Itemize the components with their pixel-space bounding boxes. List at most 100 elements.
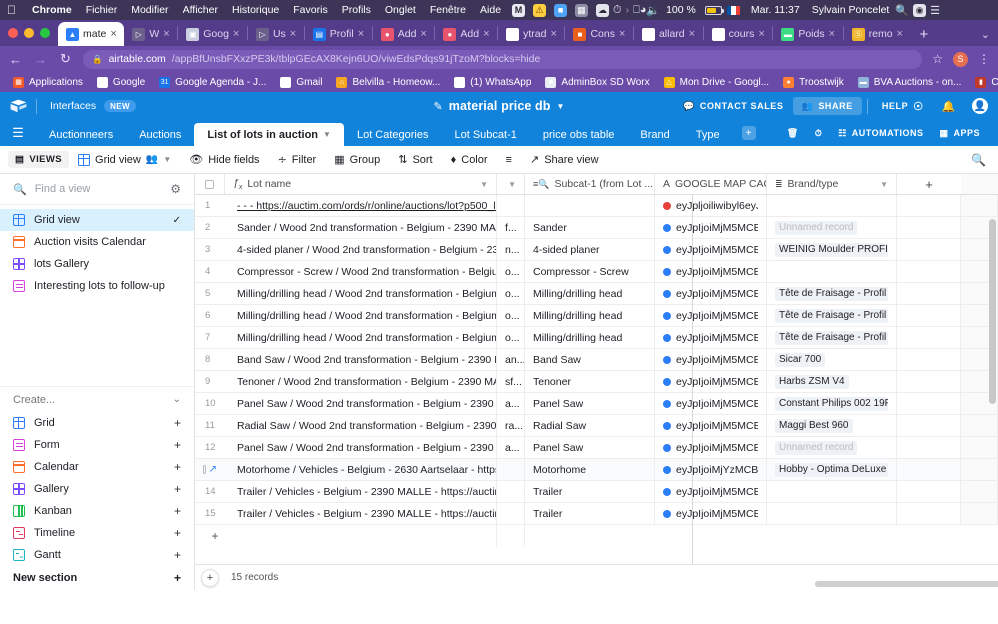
plus-icon[interactable]: + xyxy=(174,504,181,518)
messenger-icon[interactable]: M xyxy=(512,3,526,17)
menu-historique[interactable]: Historique xyxy=(225,4,286,16)
share-button[interactable]: 👥 SHARE xyxy=(792,97,862,115)
gear-icon[interactable]: ⚙ xyxy=(170,182,181,196)
address-bar[interactable]: 🔒 airtable.com/appBfUnsbFXxzPE3k/tblpGEc… xyxy=(83,49,923,69)
table-tab-lot-categories[interactable]: Lot Categories xyxy=(344,123,442,146)
chevron-down-icon[interactable]: ⌄ xyxy=(173,394,181,405)
history-clock-icon[interactable]: ⏱ xyxy=(807,128,831,139)
notifications-button[interactable]: 🔔 xyxy=(933,100,965,113)
battery-icon[interactable] xyxy=(704,5,724,15)
sidebar-item-grid-view[interactable]: Grid view ✓ xyxy=(0,209,194,231)
cell-subcat[interactable]: Trailer xyxy=(525,503,655,524)
plus-icon[interactable]: + xyxy=(174,482,181,496)
expand-record-icon[interactable]: ↗ xyxy=(209,464,217,475)
add-record-button[interactable]: + xyxy=(201,568,219,587)
apple-logo-icon[interactable]:  xyxy=(7,3,16,17)
table-row[interactable]: 14 Trailer / Vehicles - Belgium - 2390 M… xyxy=(195,481,998,503)
bookmark-google-agenda[interactable]: 31 Google Agenda - J... xyxy=(152,76,273,88)
chevron-down-icon[interactable]: ▼ xyxy=(508,180,516,189)
table-row[interactable]: 4 Compressor - Screw / Wood 2nd transfor… xyxy=(195,261,998,283)
cell-overflow[interactable]: a... xyxy=(497,393,525,414)
kebab-menu-icon[interactable]: ⋮ xyxy=(978,52,990,66)
chevron-down-icon[interactable]: ▼ xyxy=(557,102,565,111)
browser-tab-8[interactable]: ■ Cons × xyxy=(565,22,633,46)
cell-lot-name[interactable]: Trailer / Vehicles - Belgium - 2390 MALL… xyxy=(225,503,497,524)
cell-brand[interactable] xyxy=(767,261,897,282)
reload-icon[interactable]: ↻ xyxy=(58,51,73,67)
cell-overflow[interactable] xyxy=(497,459,525,480)
menu-modifier[interactable]: Modifier xyxy=(124,4,175,16)
bookmark-adminbox[interactable]: ■ AdminBox SD Worx xyxy=(538,76,656,88)
cell-google-map[interactable]: eyJpIjoiMjM5MCBNQU... xyxy=(655,283,767,304)
cell-overflow[interactable] xyxy=(497,503,525,524)
cell-google-map[interactable]: eyJpIjoiMjM5MCBNQU... xyxy=(655,415,767,436)
bookmark-troostwijk[interactable]: ● Troostwijk xyxy=(776,76,851,88)
cell-lot-name[interactable]: Milling/drilling head / Wood 2nd transfo… xyxy=(225,283,497,304)
share-view-button[interactable]: ↗ Share view xyxy=(521,153,608,167)
create-gantt-row[interactable]: Gantt + xyxy=(0,544,194,566)
menubar-clock[interactable]: Mar. 11:37 xyxy=(745,4,806,16)
bookmark-google[interactable]: G Google xyxy=(90,76,152,88)
interfaces-link[interactable]: Interfaces xyxy=(50,100,96,112)
table-tab-list-of-lots-in-auction[interactable]: List of lots in auction ▼ xyxy=(194,123,344,146)
column-header-subcat-1[interactable]: ≡🔍 Subcat-1 (from Lot ... ▼ xyxy=(525,174,655,194)
browser-tab-0[interactable]: ▲ mate × xyxy=(58,22,125,46)
cell-subcat[interactable]: Milling/drilling head xyxy=(525,327,655,348)
cell-overflow[interactable]: ra... xyxy=(497,415,525,436)
maximize-window-button[interactable] xyxy=(40,28,50,38)
close-icon[interactable]: × xyxy=(290,28,299,40)
menu-profils[interactable]: Profils xyxy=(335,4,378,16)
browser-tab-12[interactable]: Ⓢ remo × xyxy=(844,22,911,46)
table-row[interactable]: 2 Sander / Wood 2nd transformation - Bel… xyxy=(195,217,998,239)
filter-button[interactable]: ∻ Filter xyxy=(269,153,326,167)
plus-icon[interactable]: + xyxy=(174,460,181,474)
browser-tab-5[interactable]: ● Add × xyxy=(373,22,435,46)
volume-icon[interactable]: 🔈 xyxy=(646,4,660,17)
row-checkbox-icon[interactable] xyxy=(203,465,206,474)
create-form-row[interactable]: Form + xyxy=(0,434,194,456)
cell-brand[interactable]: Constant Philips 002 19P | 4 xyxy=(767,393,897,414)
cell-lot-name[interactable]: Panel Saw / Wood 2nd transformation - Be… xyxy=(225,437,497,458)
create-section-header[interactable]: Create... ⌄ xyxy=(0,386,194,412)
spotlight-search-icon[interactable]: 🔍 xyxy=(895,4,909,17)
cell-brand[interactable] xyxy=(767,195,897,216)
chrome-profile-avatar[interactable]: S xyxy=(953,51,968,67)
row-height-button[interactable]: ≡ xyxy=(497,154,521,166)
table-row[interactable]: 12 Panel Saw / Wood 2nd transformation -… xyxy=(195,437,998,459)
menu-favoris[interactable]: Favoris xyxy=(286,4,334,16)
plus-icon[interactable]: + xyxy=(174,438,181,452)
close-icon[interactable]: × xyxy=(110,28,119,40)
chevron-down-icon[interactable]: ▼ xyxy=(323,130,331,139)
find-a-view-input[interactable]: 🔍 Find a view ⚙ xyxy=(0,174,194,205)
grid-icon[interactable]: ▦ xyxy=(575,3,589,17)
cell-overflow[interactable]: an... xyxy=(497,349,525,370)
close-icon[interactable]: × xyxy=(829,28,838,40)
browser-tab-1[interactable]: ▷ W × xyxy=(124,22,177,46)
table-row[interactable]: 11 Radial Saw / Wood 2nd transformation … xyxy=(195,415,998,437)
group-button[interactable]: ▦ Group xyxy=(325,153,389,167)
browser-tab-6[interactable]: ● Add × xyxy=(435,22,497,46)
chevron-down-icon[interactable]: ▼ xyxy=(163,155,171,164)
new-tab-button[interactable]: + xyxy=(911,22,938,46)
cell-lot-name[interactable]: Tenoner / Wood 2nd transformation - Belg… xyxy=(225,371,497,392)
trash-icon[interactable]: 🗑 xyxy=(779,128,807,139)
close-icon[interactable]: × xyxy=(689,28,698,40)
cell-google-map[interactable]: eyJpIjoiMjM5MCBNQU... xyxy=(655,437,767,458)
table-row[interactable]: 8 Band Saw / Wood 2nd transformation - B… xyxy=(195,349,998,371)
bookmark-whatsapp[interactable]: ☎ (1) WhatsApp xyxy=(447,76,538,88)
cell-overflow[interactable]: f... xyxy=(497,217,525,238)
cell-google-map[interactable]: eyJpIjoiMjM5MCBNQU... xyxy=(655,217,767,238)
new-section-button[interactable]: New section + xyxy=(0,566,194,590)
cell-lot-name[interactable]: 4-sided planer / Wood 2nd transformation… xyxy=(225,239,497,260)
cell-google-map[interactable]: eyJpIjoiMjM5MCBNQU... xyxy=(655,327,767,348)
cell-subcat[interactable]: Band Saw xyxy=(525,349,655,370)
close-window-button[interactable] xyxy=(8,28,18,38)
cell-overflow[interactable]: a... xyxy=(497,437,525,458)
wifi-icon[interactable]: ◕ xyxy=(640,4,647,16)
table-row[interactable]: 3 4-sided planer / Wood 2nd transformati… xyxy=(195,239,998,261)
cell-subcat[interactable]: Milling/drilling head xyxy=(525,283,655,304)
cell-lot-name[interactable]: Panel Saw / Wood 2nd transformation - Be… xyxy=(225,393,497,414)
plus-icon[interactable]: + xyxy=(174,526,181,540)
add-table-button[interactable]: + xyxy=(733,120,765,146)
cell-google-map[interactable]: eyJpIjoiMjM5MCBNQU... xyxy=(655,371,767,392)
